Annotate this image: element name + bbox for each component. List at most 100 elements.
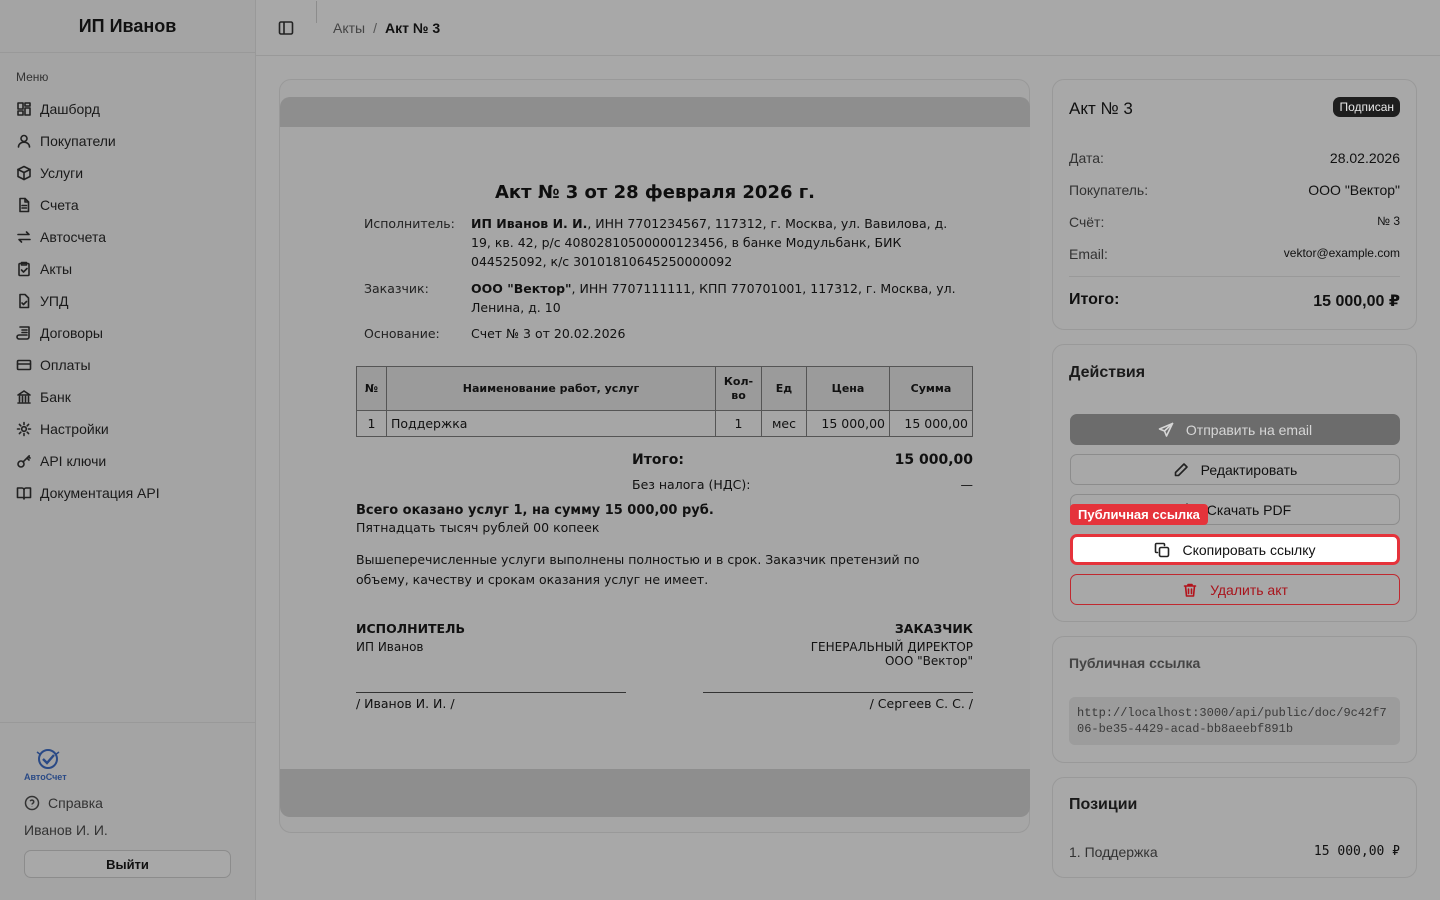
repeat-icon	[17, 231, 31, 243]
col-qty: Кол-во	[715, 366, 762, 411]
breadcrumb-separator: /	[373, 19, 377, 36]
logout-button[interactable]: Выйти	[24, 850, 231, 878]
sidebar-item-label: Договоры	[40, 325, 103, 341]
actions-card: Действия Отправить на email Редактироват…	[1052, 344, 1417, 622]
public-link-title: Публичная ссылка	[1069, 655, 1201, 671]
preview-toolbar	[280, 97, 1030, 127]
scroll-icon	[16, 326, 30, 340]
logo-text: АвтоСчет	[24, 772, 67, 782]
sidebar-toggle-button[interactable]	[278, 18, 298, 38]
email-label: Email:	[1069, 246, 1108, 262]
services-table: № Наименование работ, услуг Кол-во Ед Це…	[356, 366, 973, 437]
app-logo: АвтоСчет	[24, 747, 78, 782]
dashboard-icon	[17, 102, 31, 116]
act-info-card: Акт № 3 Подписан Дата: 28.02.2026 Покупа…	[1052, 79, 1417, 330]
sidebar-item-label: Дашборд	[40, 101, 100, 117]
invoice-value: № 3	[1377, 214, 1400, 228]
buyer-label: Покупатель:	[1069, 182, 1149, 198]
sidebar-item-auto-invoices[interactable]: Автосчета	[0, 221, 255, 253]
send-email-button[interactable]: Отправить на email	[1070, 414, 1400, 445]
doc-total-value: 15 000,00	[894, 452, 973, 468]
brand-title: ИП Иванов	[0, 0, 255, 53]
sidebar-item-settings[interactable]: Настройки	[0, 413, 255, 445]
cell-name: Поддержка	[386, 410, 716, 437]
invoice-label: Счёт:	[1069, 214, 1105, 230]
edit-label: Редактировать	[1200, 461, 1298, 478]
email-value: vektor@example.com	[1283, 246, 1400, 260]
doc-total-label: Итого:	[632, 452, 684, 468]
customer-signature-line	[703, 692, 973, 693]
box-icon	[17, 165, 31, 181]
sidebar-nav: Дашборд Покупатели Услуги Счета Автосчет…	[0, 93, 255, 509]
sidebar-item-label: Счета	[40, 197, 79, 213]
sidebar-item-acts[interactable]: Акты	[0, 253, 255, 285]
sidebar-item-invoices[interactable]: Счета	[0, 189, 255, 221]
sidebar-item-services[interactable]: Услуги	[0, 157, 255, 189]
col-price: Цена	[806, 366, 890, 411]
basis-row: Основание: Счет № 3 от 20.02.2026	[364, 324, 964, 343]
header-divider	[316, 0, 317, 23]
positions-title: Позиции	[1069, 796, 1138, 813]
basis-value: Счет № 3 от 20.02.2026	[471, 326, 626, 341]
delete-act-label: Удалить акт	[1210, 581, 1288, 598]
positions-card: Позиции 1. Поддержка 15 000,00 ₽	[1052, 777, 1417, 878]
cell-number: 1	[356, 410, 387, 437]
public-link-url[interactable]: http://localhost:3000/api/public/doc/9c4…	[1069, 697, 1400, 745]
executor-name: ИП Иванов И. И.	[471, 216, 588, 231]
document-title: Акт № 3 от 28 февраля 2026 г.	[494, 182, 816, 203]
breadcrumb-acts[interactable]: Акты	[333, 20, 365, 36]
act-title: Акт № 3	[1069, 99, 1133, 118]
customer-sign-name: / Сергеев С. С. /	[869, 696, 973, 711]
cell-price: 15 000,00	[806, 410, 890, 437]
document-page: Акт № 3 от 28 февраля 2026 г. Исполнител…	[280, 127, 1030, 769]
sidebar-item-dashboard[interactable]: Дашборд	[0, 93, 255, 125]
col-unit: Ед	[761, 366, 807, 411]
pencil-icon	[1174, 462, 1188, 476]
copy-link-button[interactable]: Скопировать ссылку	[1070, 534, 1400, 565]
sidebar-item-api-keys[interactable]: API ключи	[0, 445, 255, 477]
doc-vat-row: Без налога (НДС): —	[632, 477, 973, 492]
sidebar-item-customers[interactable]: Покупатели	[0, 125, 255, 157]
panel-left-icon	[278, 20, 294, 35]
summary-text: Всего оказано услуг 1, на сумму 15 000,0…	[356, 503, 714, 518]
sidebar-item-label: Настройки	[40, 421, 109, 437]
doc-total-row: Итого: 15 000,00	[632, 452, 973, 468]
sidebar-item-bank[interactable]: Банк	[0, 381, 255, 413]
breadcrumb: Акты / Акт № 3	[333, 20, 440, 36]
sidebar-item-label: Покупатели	[40, 133, 116, 149]
cell-unit: мес	[761, 410, 807, 437]
cell-sum: 15 000,00	[889, 410, 973, 437]
table-header-row: № Наименование работ, услуг Кол-во Ед Це…	[356, 366, 973, 411]
executor-signature-line	[356, 692, 626, 693]
sidebar-item-contracts[interactable]: Договоры	[0, 317, 255, 349]
sidebar-item-label: Оплаты	[40, 357, 91, 373]
menu-label: Меню	[16, 70, 49, 84]
sidebar-item-upd[interactable]: УПД	[0, 285, 255, 317]
info-total-row: Итого: 15 000,00 ₽	[1069, 291, 1400, 311]
sidebar-item-label: УПД	[40, 293, 69, 309]
customer-row: Заказчик: ООО "Вектор", ИНН 7707111111, …	[364, 279, 964, 317]
sidebar-item-label: API ключи	[40, 453, 107, 469]
delete-act-button[interactable]: Удалить акт	[1070, 574, 1400, 605]
sidebar-item-api-docs[interactable]: Документация API	[0, 477, 255, 509]
preview-footer	[280, 769, 1030, 817]
buyer-value: ООО "Вектор"	[1308, 182, 1400, 198]
executor-label: Исполнитель:	[364, 216, 455, 231]
statement-text: Вышеперечисленные услуги выполнены полно…	[356, 552, 920, 587]
help-label: Справка	[48, 795, 103, 811]
sidebar-item-payments[interactable]: Оплаты	[0, 349, 255, 381]
date-label: Дата:	[1069, 150, 1104, 166]
edit-button[interactable]: Редактировать	[1070, 454, 1400, 485]
info-date-row: Дата: 28.02.2026	[1069, 150, 1400, 166]
doc-vat-value: —	[960, 477, 974, 492]
doc-vat-label: Без налога (НДС):	[632, 477, 751, 492]
customer-label: Заказчик:	[364, 281, 429, 296]
help-link[interactable]: Справка	[24, 794, 231, 812]
total-label: Итого:	[1069, 291, 1120, 308]
sidebar-item-label: Акты	[40, 261, 73, 277]
file-check-icon	[19, 293, 30, 309]
customer-sign-org: ООО "Вектор"	[884, 654, 973, 668]
customer-sign-role: ГЕНЕРАЛЬНЫЙ ДИРЕКТОР	[810, 640, 973, 654]
col-sum: Сумма	[889, 366, 973, 411]
logo-icon	[36, 749, 60, 769]
